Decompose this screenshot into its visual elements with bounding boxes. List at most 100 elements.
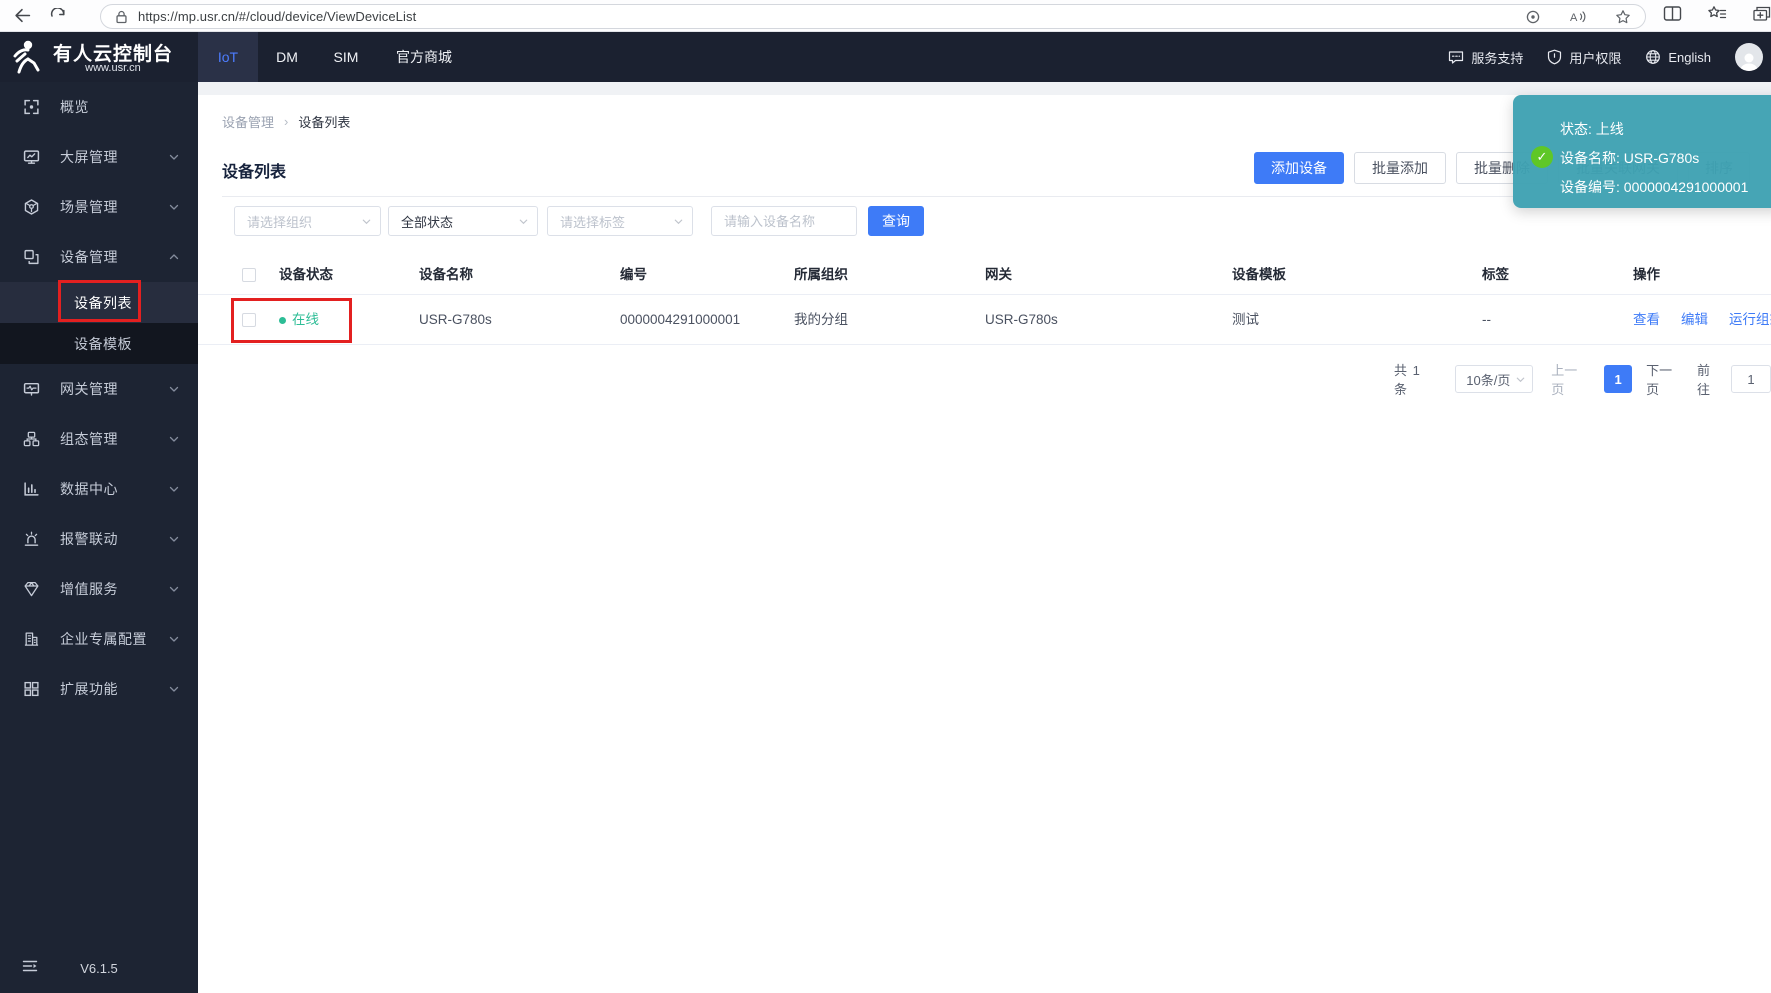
device-name-input[interactable] (711, 206, 857, 236)
chevron-down-icon (168, 533, 180, 545)
gem-icon (23, 581, 40, 598)
select-all-checkbox[interactable] (242, 268, 256, 282)
browser-toolbar: https://mp.usr.cn/#/cloud/device/ViewDev… (0, 0, 1771, 32)
total-count: 共 1 条 (1394, 363, 1421, 397)
user-avatar[interactable] (1735, 43, 1763, 71)
tag-select[interactable]: 请选择标签 (547, 206, 693, 236)
tab-sim[interactable]: SIM (316, 32, 376, 82)
view-link[interactable]: 查看 (1633, 295, 1660, 345)
column-device-template: 设备模板 (1232, 267, 1286, 282)
online-dot-icon (279, 316, 286, 324)
address-bar[interactable]: https://mp.usr.cn/#/cloud/device/ViewDev… (100, 4, 1646, 29)
sidebar-item-scada-mgmt[interactable]: 组态管理 (0, 414, 198, 464)
sidebar-item-device-mgmt[interactable]: 设备管理 (0, 232, 198, 282)
shield-icon (1547, 49, 1562, 65)
chat-icon (1448, 50, 1464, 65)
status-badge: 在线 (292, 312, 319, 327)
tab-dm[interactable]: DM (258, 32, 316, 82)
chevron-down-icon (168, 583, 180, 595)
location-icon[interactable] (1525, 9, 1541, 25)
sidebar-item-value-added-services[interactable]: 增值服务 (0, 564, 198, 614)
sidebar-item-extensions[interactable]: 扩展功能 (0, 664, 198, 714)
favorite-star-icon[interactable] (1615, 9, 1631, 25)
serial-number-cell: 0000004291000001 (620, 312, 741, 327)
svg-text:A: A (1570, 12, 1578, 24)
url-text[interactable]: https://mp.usr.cn/#/cloud/device/ViewDev… (138, 9, 416, 24)
column-gateway: 网关 (985, 267, 1012, 282)
screen-icon (23, 149, 40, 166)
sidebar-item-device-template[interactable]: 设备模板 (0, 323, 198, 364)
search-button[interactable]: 查询 (868, 206, 924, 236)
sidebar-item-data-center[interactable]: 数据中心 (0, 464, 198, 514)
template-cell: 测试 (1232, 312, 1259, 327)
column-actions: 操作 (1633, 267, 1660, 282)
split-screen-icon[interactable] (1663, 5, 1682, 22)
run-scada-link[interactable]: 运行组态 (1729, 295, 1771, 345)
sidebar-item-screen-mgmt[interactable]: 大屏管理 (0, 132, 198, 182)
permissions-link[interactable]: 用户权限 (1547, 48, 1621, 67)
table-row: 在线 USR-G780s 0000004291000001 我的分组 USR-G… (198, 295, 1771, 345)
column-serial-number: 编号 (620, 267, 647, 282)
chevron-down-icon (168, 201, 180, 213)
app-header: 有人云控制台 www.usr.cn IoT DM SIM 官方商城 服务支持 用… (0, 32, 1771, 82)
org-select[interactable]: 请选择组织 (234, 206, 381, 236)
breadcrumb-parent[interactable]: 设备管理 (222, 112, 274, 131)
sidebar-nav: 概览 大屏管理 场景管理 设备管理 设备列表 设备模板 网关管理 组态管理 数据… (0, 82, 198, 993)
page-size-select[interactable]: 10条/页 (1455, 365, 1534, 393)
breadcrumb-current: 设备列表 (298, 114, 351, 130)
tab-iot[interactable]: IoT (198, 32, 258, 82)
device-icon (23, 249, 40, 266)
chevron-down-icon (168, 433, 180, 445)
globe-icon (1645, 49, 1661, 65)
sidebar-item-enterprise-config[interactable]: 企业专属配置 (0, 614, 198, 664)
refresh-icon[interactable] (44, 2, 72, 30)
goto-page-input[interactable] (1731, 365, 1771, 393)
page-title: 设备列表 (222, 164, 287, 181)
prev-page-button[interactable]: 上一页 (1551, 360, 1590, 398)
building-icon (23, 631, 40, 648)
read-aloud-icon[interactable]: A (1569, 9, 1587, 25)
row-checkbox[interactable] (242, 313, 256, 327)
status-select[interactable]: 全部状态 (388, 206, 538, 236)
actions-cell: 查看 编辑 运行组态 (1633, 295, 1771, 345)
lock-icon (115, 10, 128, 24)
device-name-cell: USR-G780s (419, 312, 492, 327)
toast-device-name-line: 设备名称: USR-G780s (1560, 150, 1700, 166)
chevron-down-icon (168, 483, 180, 495)
table-header: 设备状态 设备名称 编号 所属组织 网关 设备模板 标签 操作 (198, 255, 1771, 295)
main-content: 设备管理 › 设备列表 设备列表 添加设备 批量添加 批量删除 批量关联网关 排… (198, 82, 1771, 993)
sidebar-item-gateway-mgmt[interactable]: 网关管理 (0, 364, 198, 414)
app-logo[interactable]: 有人云控制台 www.usr.cn (0, 32, 198, 82)
goto-label: 前往 (1697, 363, 1711, 397)
chevron-down-icon (168, 383, 180, 395)
tab-mall[interactable]: 官方商城 (376, 32, 472, 82)
toast-status-line: 状态: 上线 (1560, 121, 1624, 137)
chevron-up-icon (168, 251, 180, 263)
edit-link[interactable]: 编辑 (1681, 295, 1708, 345)
sidebar-item-alarm-linkage[interactable]: 报警联动 (0, 514, 198, 564)
toast-device-sn-line: 设备编号: 0000004291000001 (1560, 179, 1749, 195)
sitemap-icon (23, 431, 40, 448)
chevron-down-icon (361, 216, 372, 227)
column-device-name: 设备名称 (419, 267, 473, 282)
add-device-button[interactable]: 添加设备 (1254, 152, 1344, 184)
page-number-button[interactable]: 1 (1604, 365, 1633, 393)
next-page-button[interactable]: 下一页 (1646, 360, 1685, 398)
batch-add-button[interactable]: 批量添加 (1354, 152, 1446, 184)
device-online-toast[interactable]: ✓ 状态: 上线 设备名称: USR-G780s 设备编号: 000000429… (1513, 95, 1771, 208)
breadcrumb: 设备管理 › 设备列表 (222, 109, 350, 133)
collections-icon[interactable] (1752, 5, 1771, 23)
language-switch[interactable]: English (1645, 49, 1711, 65)
sidebar-item-device-list[interactable]: 设备列表 (0, 282, 198, 323)
sidebar-item-overview[interactable]: 概览 (0, 82, 198, 132)
device-status-cell: 在线 (279, 295, 319, 345)
chevron-down-icon (518, 216, 529, 227)
sidebar-item-scene-mgmt[interactable]: 场景管理 (0, 182, 198, 232)
check-circle-icon: ✓ (1531, 146, 1553, 168)
favorites-bar-icon[interactable] (1707, 5, 1727, 22)
tag-cell: -- (1482, 312, 1491, 327)
chevron-down-icon (168, 151, 180, 163)
back-icon[interactable] (8, 2, 36, 30)
chevron-down-icon (168, 633, 180, 645)
support-link[interactable]: 服务支持 (1448, 48, 1523, 67)
